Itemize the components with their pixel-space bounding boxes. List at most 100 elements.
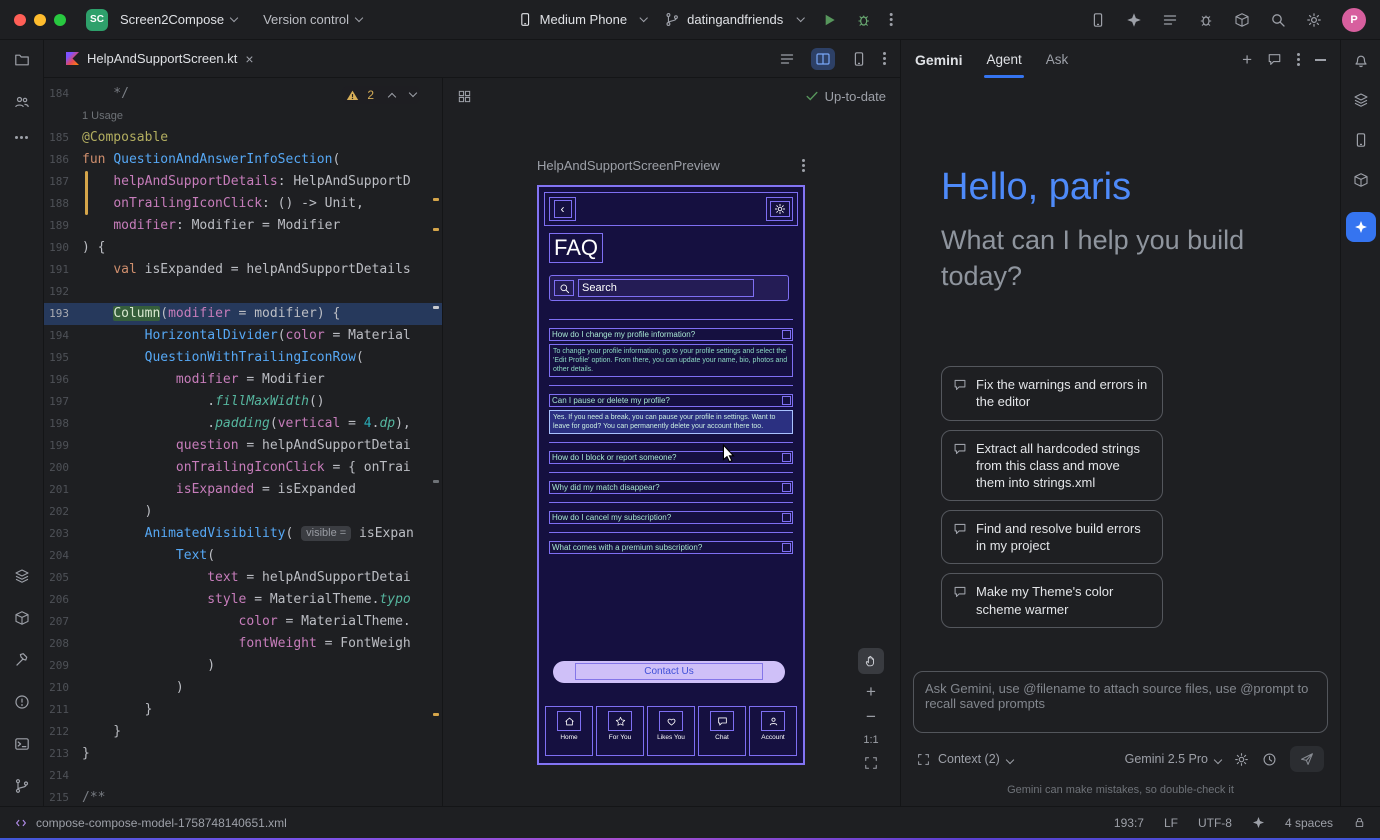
code-line[interactable]: 191 val isExpanded = helpAndSupportDetai… [44, 259, 442, 281]
code-line[interactable]: 187 helpAndSupportDetails: HelpAndSuppor… [44, 171, 442, 193]
run-config-selector[interactable]: datingandfriends [665, 12, 803, 27]
line-number[interactable]: 198 [44, 413, 82, 435]
code-line[interactable]: 185@Composable [44, 127, 442, 149]
prev-warning-icon[interactable] [388, 92, 396, 100]
line-number[interactable]: 188 [44, 193, 82, 215]
line-number[interactable]: 186 [44, 149, 82, 171]
back-button[interactable]: ‹ [549, 197, 576, 221]
line-number[interactable]: 207 [44, 611, 82, 633]
bottom-nav-item[interactable]: Home [545, 706, 593, 756]
expand-trailing-icon[interactable] [782, 543, 791, 552]
line-number[interactable]: 214 [44, 765, 82, 787]
expand-trailing-icon[interactable] [782, 330, 791, 339]
zoom-level-label[interactable]: 1:1 [863, 734, 878, 746]
line-number[interactable]: 203 [44, 523, 82, 545]
line-number[interactable]: 190 [44, 237, 82, 259]
pan-tool-button[interactable] [858, 648, 884, 674]
bottom-nav-item[interactable]: Likes You [647, 706, 695, 756]
phone-preview[interactable]: ‹ FAQ Search How do I change my profile … [537, 185, 805, 765]
send-prompt-button[interactable] [1290, 746, 1324, 772]
info-tick[interactable] [433, 480, 439, 483]
code-line[interactable]: 204 Text( [44, 545, 442, 567]
search-icon[interactable] [1270, 12, 1286, 28]
project-selector[interactable]: Screen2Compose [120, 12, 237, 27]
terminal-icon[interactable] [14, 736, 30, 752]
build-variants-icon[interactable] [14, 610, 30, 626]
suggestion-card[interactable]: Find and resolve build errors in my proj… [941, 510, 1163, 564]
code-line[interactable]: 211 } [44, 699, 442, 721]
faq-question-row[interactable]: Why did my match disappear? [549, 481, 793, 494]
contact-us-button[interactable]: Contact Us [553, 661, 785, 683]
resource-manager-icon[interactable] [1353, 172, 1369, 188]
user-avatar[interactable]: P [1342, 8, 1366, 32]
faq-question-row[interactable]: Can I pause or delete my profile? [549, 394, 793, 407]
expand-trailing-icon[interactable] [782, 513, 791, 522]
settings-button[interactable] [766, 197, 793, 221]
gemini-settings-gear-icon[interactable] [1234, 752, 1249, 767]
line-number[interactable]: 191 [44, 259, 82, 281]
line-number[interactable]: 194 [44, 325, 82, 347]
faq-question-row[interactable]: How do I cancel my subscription? [549, 511, 793, 524]
line-number[interactable]: 200 [44, 457, 82, 479]
code-line[interactable]: 201 isExpanded = isExpanded [44, 479, 442, 501]
suggestion-card[interactable]: Make my Theme's color scheme warmer [941, 573, 1163, 627]
history-clock-icon[interactable] [1262, 752, 1277, 767]
device-selector[interactable]: Medium Phone [518, 12, 647, 27]
ai-status-spark-icon[interactable] [1252, 816, 1265, 829]
encoding-widget[interactable]: UTF-8 [1198, 816, 1232, 830]
running-devices-icon[interactable] [1090, 12, 1106, 28]
code-line[interactable]: 203 AnimatedVisibility( visible = isExpa… [44, 523, 442, 545]
line-number[interactable]: 195 [44, 347, 82, 369]
run-button[interactable] [821, 12, 837, 28]
line-number[interactable]: 189 [44, 215, 82, 237]
notifications-bell-icon[interactable] [1353, 52, 1369, 68]
faq-question-row[interactable]: What comes with a premium subscription? [549, 541, 793, 554]
status-file-name[interactable]: compose-compose-model-1758748140651.xml [36, 816, 287, 830]
line-number[interactable]: 209 [44, 655, 82, 677]
gemini-tool-window-button-active[interactable] [1346, 212, 1376, 242]
line-number[interactable]: 212 [44, 721, 82, 743]
suggestion-card[interactable]: Fix the warnings and errors in the edito… [941, 366, 1163, 420]
ai-spark-icon[interactable] [1126, 12, 1142, 28]
search-bar[interactable]: Search [549, 275, 789, 301]
line-number[interactable]: 199 [44, 435, 82, 457]
code-line[interactable]: 1 Usage [44, 105, 442, 127]
warning-tick[interactable] [433, 228, 439, 231]
conversations-icon[interactable] [1267, 52, 1282, 67]
code-line[interactable]: 193 Column(modifier = modifier) { [44, 303, 442, 325]
more-tool-windows-icon[interactable] [15, 136, 29, 139]
tab-agent[interactable]: Agent [986, 52, 1021, 67]
debug-button[interactable] [855, 12, 871, 28]
code-line[interactable]: 202 ) [44, 501, 442, 523]
line-number[interactable]: 211 [44, 699, 82, 721]
code-line[interactable]: 188 onTrailingIconClick: () -> Unit, [44, 193, 442, 215]
line-number[interactable]: 184 [44, 83, 82, 105]
expand-trailing-icon[interactable] [782, 483, 791, 492]
bottom-nav-item[interactable]: For You [596, 706, 644, 756]
preview-options-kebab[interactable] [802, 159, 805, 173]
line-number[interactable]: 193 [44, 303, 82, 325]
problems-icon[interactable] [14, 694, 30, 710]
device-explorer-icon[interactable] [1353, 132, 1369, 148]
expand-trailing-icon[interactable] [782, 453, 791, 462]
zoom-out-button[interactable]: − [866, 709, 876, 724]
readonly-lock-icon[interactable] [1353, 816, 1366, 829]
tab-ask[interactable]: Ask [1046, 52, 1069, 67]
code-line[interactable]: 215/** [44, 787, 442, 806]
code-line[interactable]: 207 color = MaterialTheme. [44, 611, 442, 633]
faq-question-row[interactable]: How do I change my profile information? [549, 328, 793, 341]
model-selector[interactable]: Gemini 2.5 Pro [1125, 752, 1221, 766]
code-line[interactable]: 196 modifier = Modifier [44, 369, 442, 391]
zoom-to-fit-button[interactable] [864, 756, 878, 770]
code-line[interactable]: 198 .padding(vertical = 4.dp), [44, 413, 442, 435]
line-number[interactable]: 202 [44, 501, 82, 523]
line-number[interactable]: 213 [44, 743, 82, 765]
code-view-icon[interactable] [779, 51, 795, 67]
split-view-button-active[interactable] [811, 48, 835, 70]
next-warning-icon[interactable] [409, 89, 417, 97]
code-line[interactable]: 194 HorizontalDivider(color = Material [44, 325, 442, 347]
line-number[interactable]: 205 [44, 567, 82, 589]
collaboration-icon[interactable] [14, 94, 30, 110]
line-separator-widget[interactable]: LF [1164, 816, 1178, 830]
resource-layers-icon[interactable] [14, 568, 30, 584]
